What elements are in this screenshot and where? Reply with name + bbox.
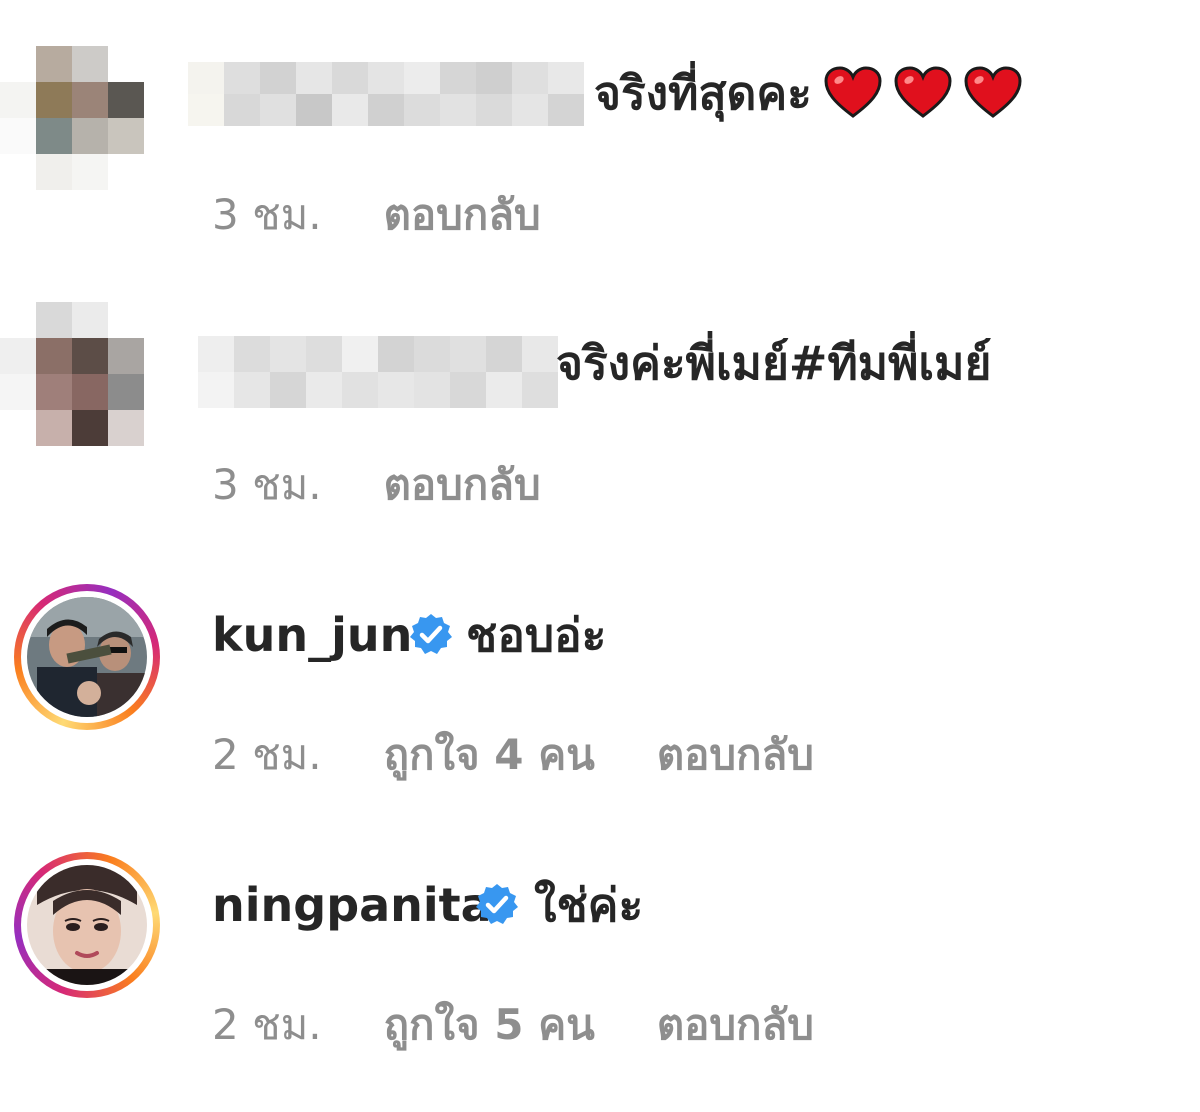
comment-username[interactable]: ningpanita xyxy=(212,882,492,928)
comment-time[interactable]: 2 ชม. xyxy=(212,1004,322,1046)
comment-item: ningpanita ใช่ค่ะ 2 ชม. ถูกใจ 5 คน ตอบกล… xyxy=(0,0,1200,1112)
reply-button[interactable]: ตอบกลับ xyxy=(657,1004,814,1046)
comment-meta: 2 ชม. ถูกใจ 5 คน ตอบกลับ xyxy=(212,1004,814,1046)
avatar-photo xyxy=(27,865,147,985)
comment-text: ใช่ค่ะ xyxy=(534,878,644,932)
likes-count[interactable]: ถูกใจ 5 คน xyxy=(384,1004,595,1046)
avatar-story-ring[interactable] xyxy=(14,852,160,998)
verified-badge-icon xyxy=(476,884,518,924)
